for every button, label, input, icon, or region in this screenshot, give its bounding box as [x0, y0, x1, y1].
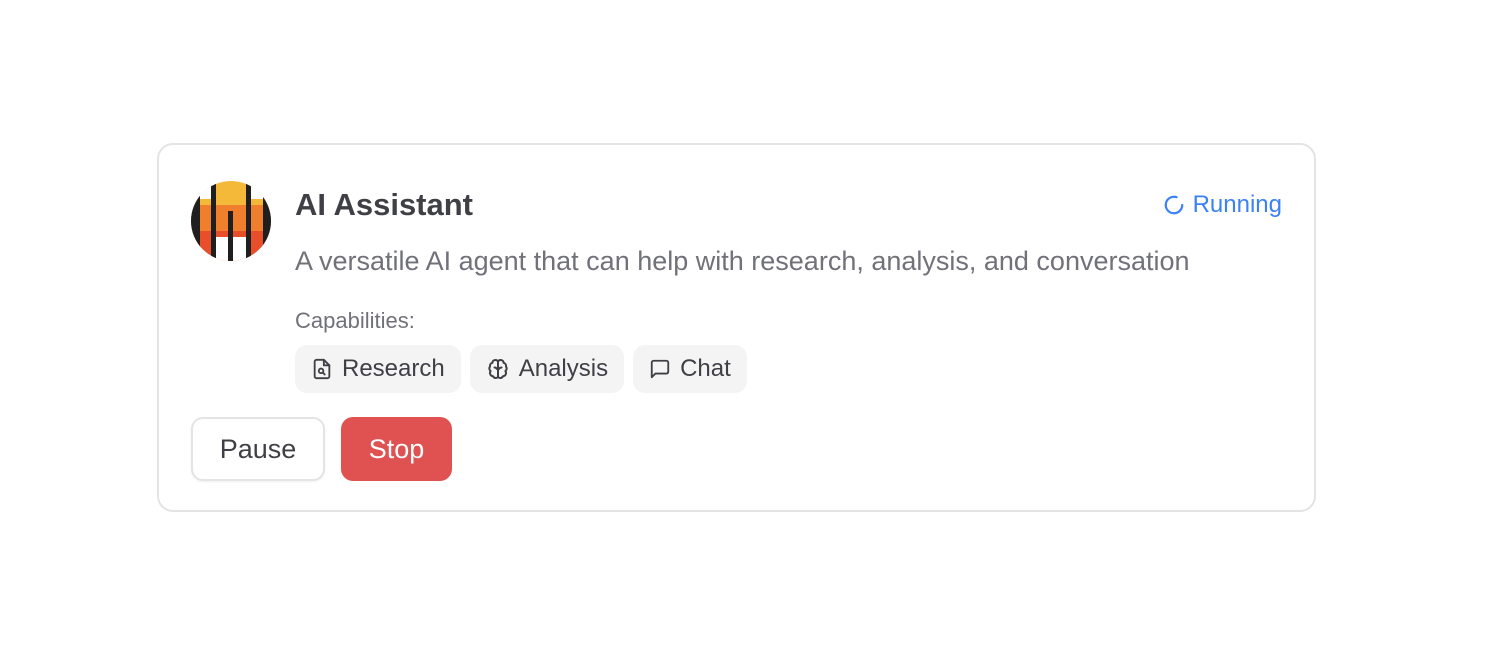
capabilities-list: Research Analysis Chat — [295, 345, 747, 393]
stop-button[interactable]: Stop — [341, 417, 452, 481]
capability-chip-chat[interactable]: Chat — [633, 345, 747, 393]
file-search-icon — [313, 358, 331, 380]
agent-name: AI Assistant — [295, 187, 474, 222]
status-label: Running — [1192, 191, 1282, 218]
message-square-icon — [650, 359, 670, 379]
capability-label: Chat — [680, 355, 731, 382]
capability-chip-research[interactable]: Research — [295, 345, 461, 393]
agent-card: AI Assistant Running A versatile AI agen… — [157, 143, 1316, 512]
capability-label: Research — [342, 355, 445, 382]
capability-chip-analysis[interactable]: Analysis — [469, 345, 625, 393]
status-badge: Running — [1163, 189, 1282, 221]
brain-icon — [488, 359, 508, 379]
loading-spinner-icon — [1164, 195, 1183, 215]
capability-label: Analysis — [518, 355, 609, 382]
agent-avatar — [191, 181, 271, 261]
agent-logo-icon — [191, 181, 271, 261]
pause-button[interactable]: Pause — [191, 417, 325, 481]
agent-description: A versatile AI agent that can help with … — [295, 246, 1190, 276]
capabilities-label: Capabilities: — [295, 308, 415, 333]
